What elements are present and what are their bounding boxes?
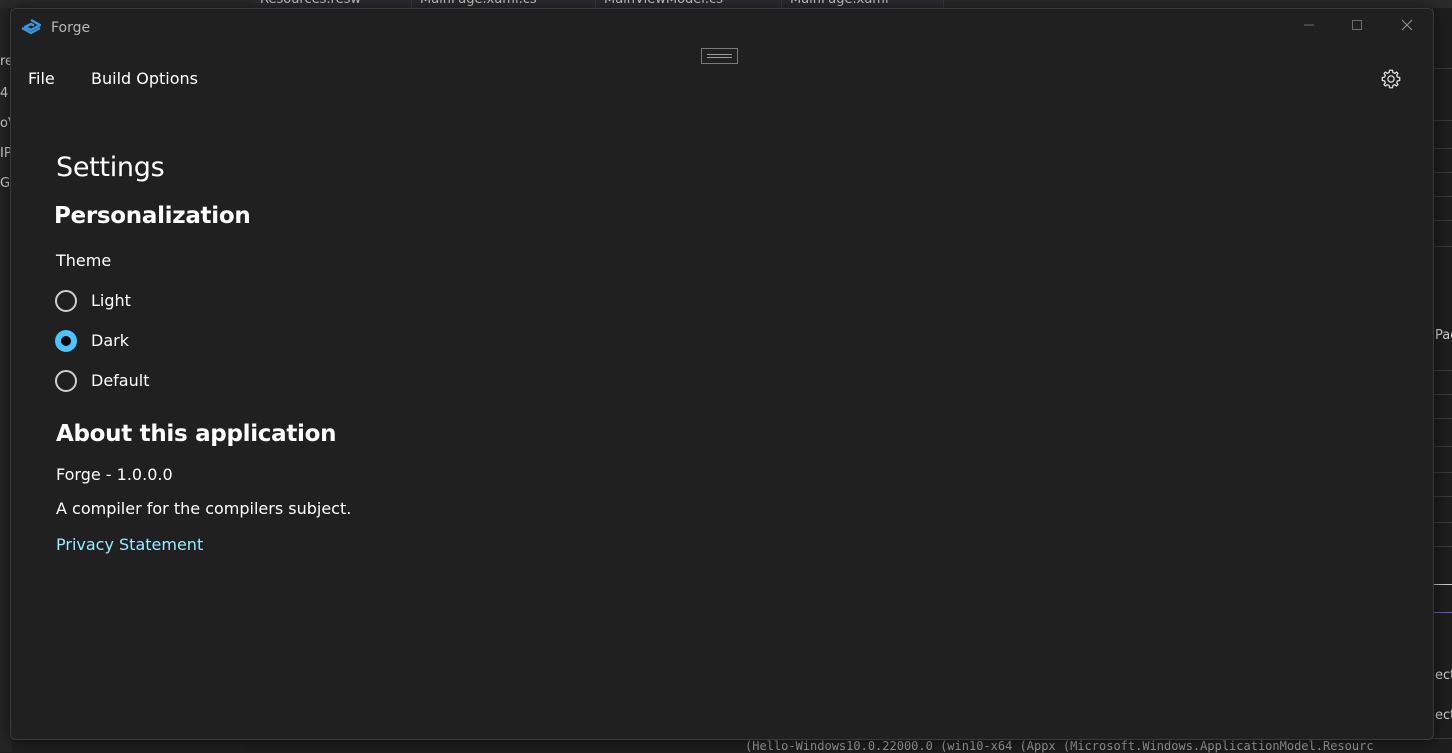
radio-unchecked-icon[interactable] [55, 290, 77, 312]
background-divider [1433, 148, 1452, 149]
background-divider [1433, 546, 1452, 547]
background-divider [1433, 612, 1452, 613]
background-tab[interactable]: MainPage.xaml [782, 0, 944, 8]
maximize-button[interactable] [1333, 9, 1381, 41]
background-text: ect [1435, 668, 1452, 683]
radio-unchecked-icon[interactable] [55, 370, 77, 392]
background-divider [1433, 246, 1452, 247]
background-divider [1433, 394, 1452, 395]
background-divider [1433, 418, 1452, 419]
version-text: Forge - 1.0.0.0 [56, 465, 173, 484]
about-heading: About this application [56, 421, 337, 447]
background-text: 4 [0, 86, 9, 101]
background-divider [1433, 522, 1452, 523]
page-title: Settings [56, 152, 165, 183]
titlebar[interactable]: Forge [11, 9, 1433, 45]
radio-label[interactable]: Default [91, 371, 149, 390]
close-button[interactable] [1383, 9, 1431, 41]
background-divider [1433, 172, 1452, 173]
privacy-statement-link[interactable]: Privacy Statement [56, 535, 203, 554]
background-output-text: (Hello-Windows10.0.22000.0 (win10-x64 (A… [745, 739, 1374, 753]
forge-logo-icon [21, 19, 41, 35]
background-divider [1433, 68, 1452, 69]
app-description: A compiler for the compilers subject. [56, 499, 352, 518]
background-divider [1433, 120, 1452, 121]
gear-icon[interactable] [1380, 68, 1402, 90]
background-text: Pag [1435, 328, 1452, 343]
menu-file[interactable]: File [28, 69, 55, 88]
background-divider [1433, 472, 1452, 473]
personalization-heading: Personalization [54, 203, 251, 229]
background-tab[interactable]: Resources.resw [252, 0, 412, 8]
theme-radio-default[interactable]: Default [55, 370, 255, 396]
background-divider [1433, 196, 1452, 197]
background-tab[interactable]: MainViewModel.cs [596, 0, 782, 8]
theme-radio-light[interactable]: Light [55, 290, 255, 316]
minimize-icon [1304, 24, 1314, 26]
radio-label[interactable]: Dark [91, 331, 129, 350]
background-divider [1433, 584, 1452, 585]
menu-bar: File Build Options [11, 61, 1433, 97]
close-icon [1401, 19, 1413, 31]
background-tab[interactable]: MainPage.xaml.cs [412, 0, 596, 8]
menu-build-options[interactable]: Build Options [91, 69, 198, 88]
background-divider [1433, 370, 1452, 371]
background-divider [1433, 496, 1452, 497]
background-divider [1433, 220, 1452, 221]
window-title: Forge [51, 20, 91, 36]
app-window: Forge File Build Options Settings Person… [10, 8, 1434, 740]
background-divider [1433, 446, 1452, 447]
background-text: ect [1435, 708, 1452, 723]
background-output-panel: (Hello-Windows10.0.22000.0 (win10-x64 (A… [245, 738, 1452, 753]
radio-checked-icon[interactable] [55, 330, 77, 352]
radio-label[interactable]: Light [91, 291, 131, 310]
maximize-icon [1352, 20, 1362, 30]
theme-radio-dark[interactable]: Dark [55, 330, 255, 356]
minimize-button[interactable] [1285, 9, 1333, 41]
background-right-panel: Pag ect ect [1432, 8, 1452, 752]
theme-label: Theme [56, 251, 112, 270]
background-tabstrip: Resources.resw MainPage.xaml.cs MainView… [0, 0, 1452, 8]
